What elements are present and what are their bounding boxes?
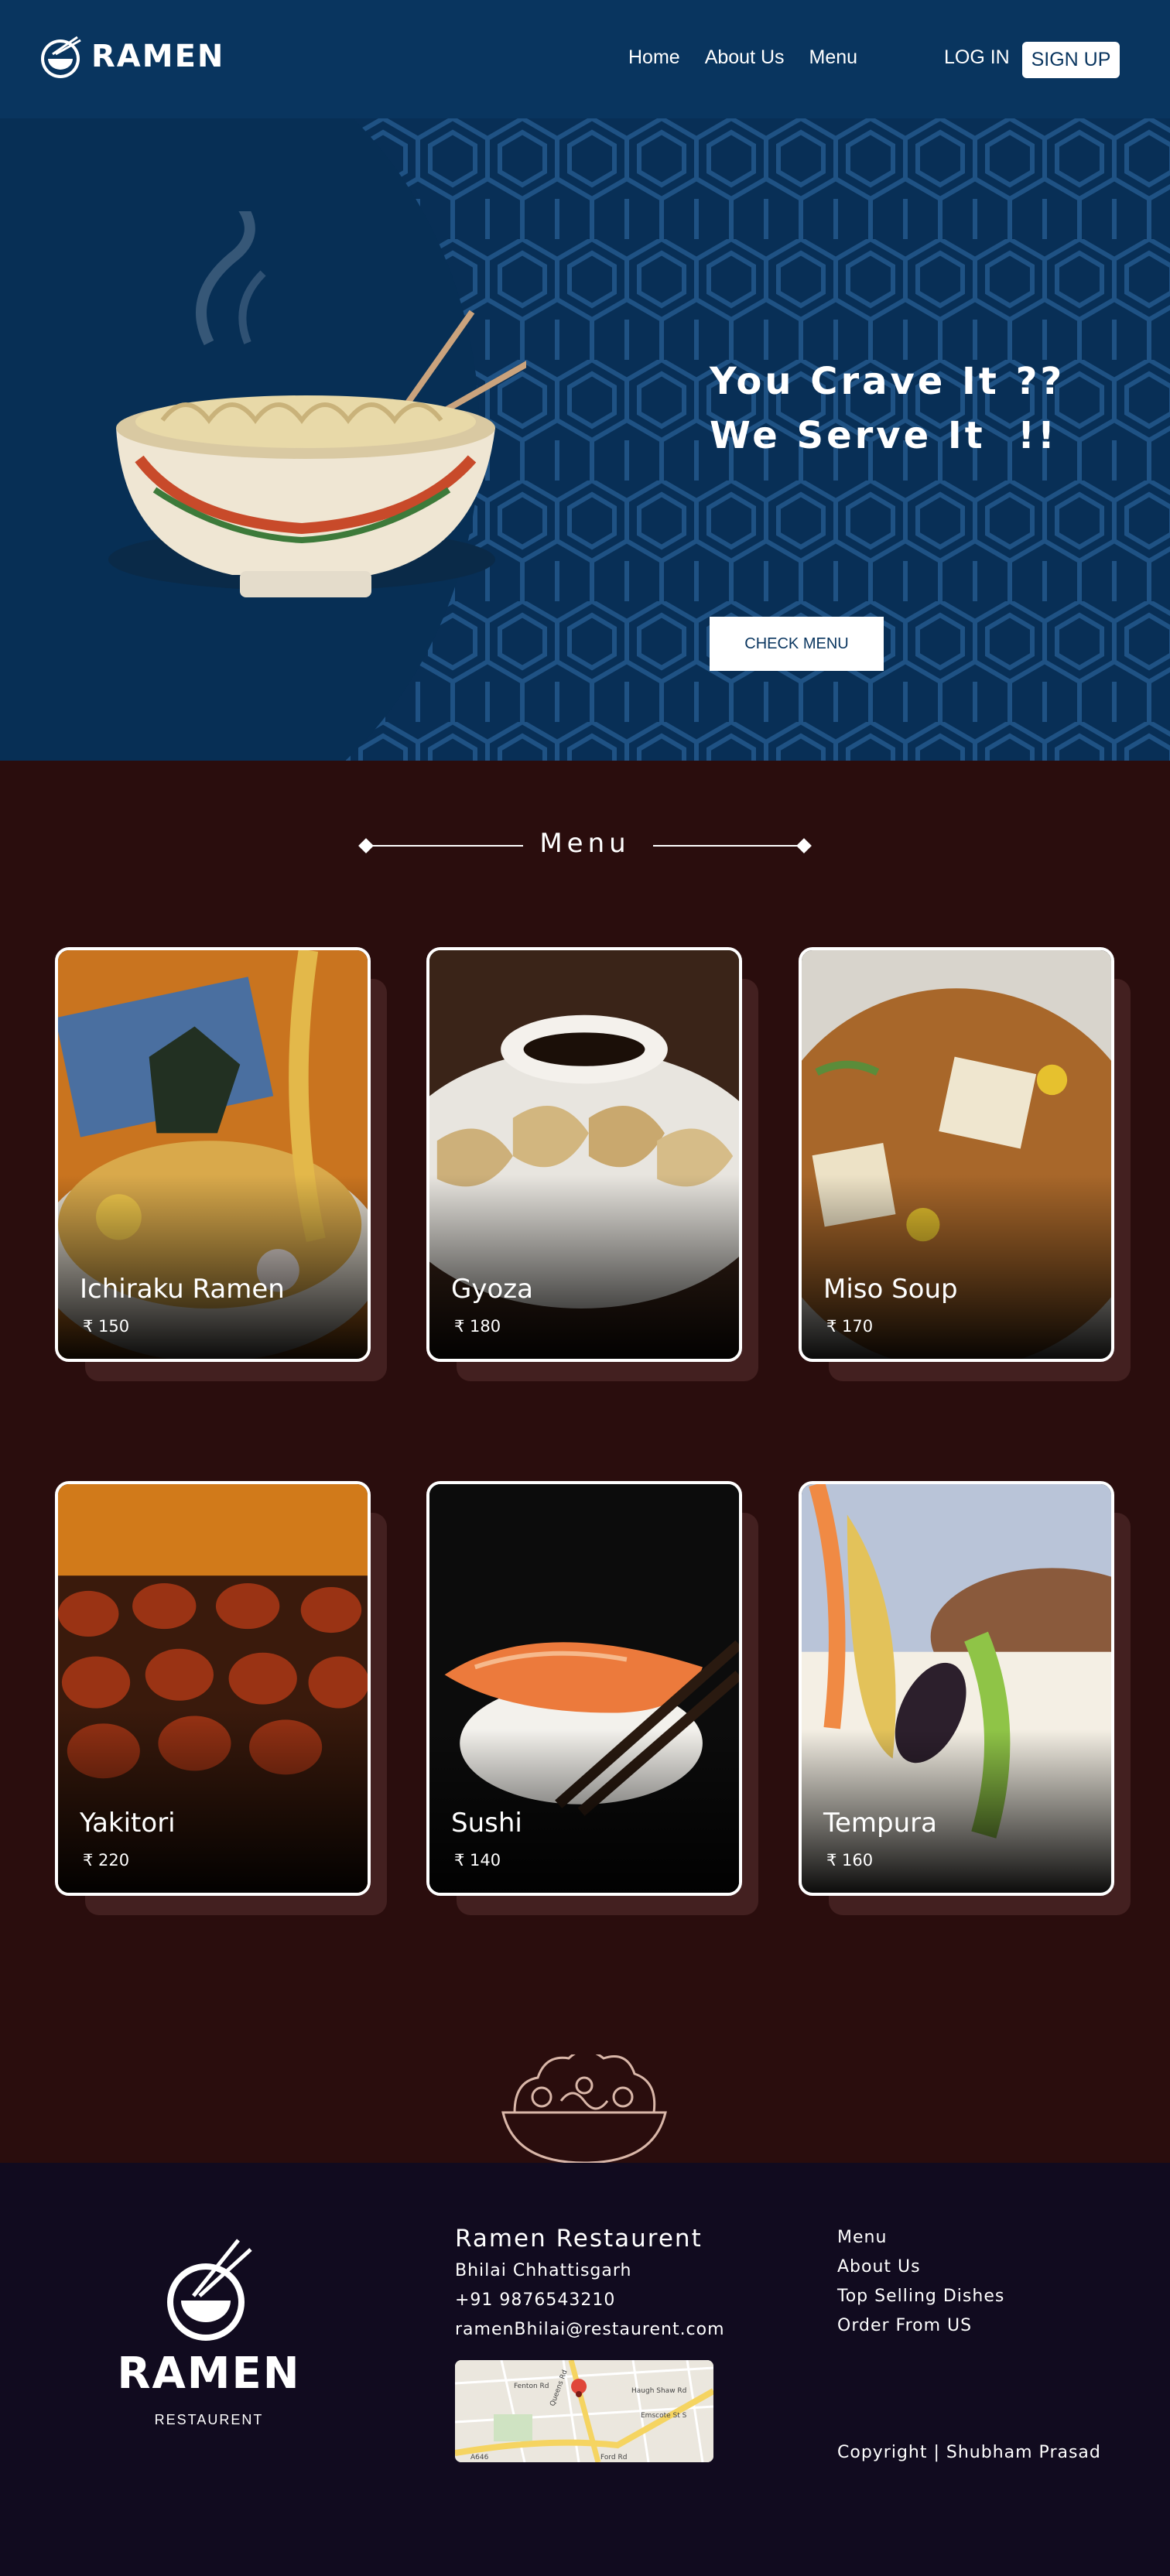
card-price: ₹ 160	[826, 1851, 874, 1870]
menu-card-miso-soup[interactable]: Miso Soup ₹ 170	[799, 947, 1114, 1362]
card-price: ₹ 140	[454, 1851, 501, 1870]
nav-menu[interactable]: Menu	[809, 46, 858, 69]
card-price: ₹ 150	[83, 1317, 130, 1336]
heading-line-right	[653, 845, 808, 847]
main-nav: Home About Us Menu	[628, 46, 857, 69]
footer-link-about-us[interactable]: About Us	[837, 2257, 921, 2277]
location-map[interactable]: Fenton Rd Queens Rd Haugh Shaw Rd Emscot…	[455, 2360, 713, 2462]
copyright-text: Copyright | Shubham Prasad	[837, 2443, 1101, 2462]
footer-link-menu[interactable]: Menu	[837, 2228, 887, 2247]
menu-card-tempura[interactable]: Tempura ₹ 160	[799, 1481, 1114, 1896]
card-title: Sushi	[451, 1808, 522, 1839]
card-title: Yakitori	[80, 1808, 176, 1839]
map-label: Fenton Rd	[514, 2383, 549, 2390]
nav-home[interactable]: Home	[628, 46, 680, 69]
card-price: ₹ 170	[826, 1317, 874, 1336]
menu-card-yakitori[interactable]: Yakitori ₹ 220	[55, 1481, 371, 1896]
ramen-bowl-image	[108, 211, 526, 597]
site-footer: RAMEN RESTAURENT Ramen Restaurent Bhilai…	[0, 2163, 1170, 2576]
brand-name: RAMEN	[91, 39, 225, 74]
hero-line-2: We Serve It !!	[710, 414, 1058, 457]
footer-address: Bhilai Chhattisgarh	[455, 2261, 632, 2280]
brand-logo[interactable]: RAMEN	[40, 32, 224, 80]
card-title: Gyoza	[451, 1274, 533, 1305]
card-price: ₹ 180	[454, 1317, 501, 1336]
menu-title: Menu	[539, 828, 631, 859]
map-label: A646	[470, 2454, 489, 2461]
card-title: Tempura	[823, 1808, 937, 1839]
footer-restaurant-name: Ramen Restaurent	[455, 2225, 703, 2253]
footer-brand-sub: RESTAURENT	[154, 2412, 264, 2427]
footer-phone[interactable]: +91 9876543210	[455, 2290, 615, 2310]
menu-card-sushi[interactable]: Sushi ₹ 140	[426, 1481, 742, 1896]
check-menu-button[interactable]: CHECK MENU	[710, 617, 884, 671]
menu-heading: Menu	[358, 828, 812, 867]
salad-bowl-icon	[501, 2054, 667, 2163]
card-title: Ichiraku Ramen	[80, 1274, 285, 1305]
menu-card-ichiraku-ramen[interactable]: Ichiraku Ramen ₹ 150	[55, 947, 371, 1362]
card-title: Miso Soup	[823, 1274, 958, 1305]
hero-line-1: You Crave It ??	[710, 360, 1066, 403]
top-navbar: RAMEN Home About Us Menu LOG IN SIGN UP	[0, 0, 1170, 118]
card-price: ₹ 220	[83, 1851, 130, 1870]
footer-link-order[interactable]: Order From US	[837, 2316, 972, 2335]
hero-headline: You Crave It ?? We Serve It !!	[710, 354, 1065, 463]
hero-section: You Crave It ?? We Serve It !! CHECK MEN…	[0, 118, 1170, 761]
map-label: Ford Rd	[600, 2454, 627, 2461]
ramen-bowl-icon	[41, 36, 81, 78]
map-label: Haugh Shaw Rd	[631, 2387, 686, 2395]
map-graphic: Fenton Rd Queens Rd Haugh Shaw Rd Emscot…	[455, 2360, 713, 2462]
signup-button[interactable]: SIGN UP	[1022, 42, 1120, 78]
login-link[interactable]: LOG IN	[944, 46, 1010, 69]
map-label: Emscote St S	[641, 2412, 687, 2420]
footer-brand-name: RAMEN	[117, 2349, 301, 2399]
nav-about-us[interactable]: About Us	[705, 46, 785, 69]
footer-link-top-selling[interactable]: Top Selling Dishes	[837, 2287, 1004, 2306]
footer-email[interactable]: ramenBhilai@restaurent.com	[455, 2320, 725, 2339]
menu-card-gyoza[interactable]: Gyoza ₹ 180	[426, 947, 742, 1362]
